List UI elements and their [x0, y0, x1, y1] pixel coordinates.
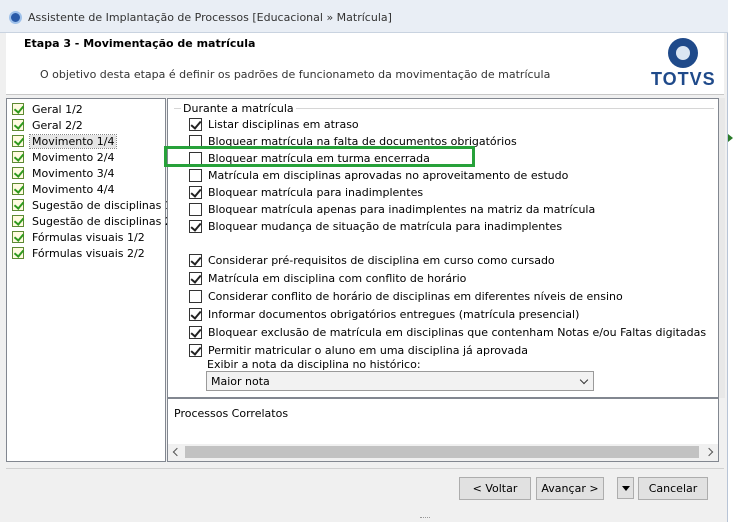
completed-check-icon: [12, 215, 24, 227]
app-icon: [9, 11, 22, 24]
completed-check-icon: [12, 103, 24, 115]
related-processes-title: Processos Correlatos: [174, 407, 289, 420]
checkbox[interactable]: [189, 168, 202, 182]
option-label: Matrícula em disciplinas aprovadas no ap…: [208, 168, 569, 182]
nav-item-label: Sugestão de disciplinas 1/2: [32, 198, 183, 212]
step-navigation: Geral 1/2 Geral 2/2 Movimento 1/4 Movime…: [6, 98, 183, 462]
scrollbar-thumb[interactable]: [185, 446, 699, 458]
option-checkbox[interactable]: Bloquear matrícula para inadimplentes: [189, 184, 423, 200]
nav-item[interactable]: Fórmulas visuais 1/2: [12, 229, 147, 245]
completed-check-icon: [12, 247, 24, 259]
options-panel: Durante a matrícula Listar disciplinas e…: [167, 98, 719, 398]
step-description: O objetivo desta etapa é definir os padr…: [40, 68, 551, 81]
arrow-right-icon: [728, 134, 733, 142]
nav-item-label: Geral 2/2: [32, 118, 83, 132]
totvs-logo: TOTVS: [648, 38, 718, 93]
checkbox[interactable]: [189, 289, 202, 303]
checkbox[interactable]: [189, 307, 202, 321]
highlight-annotation: [164, 146, 475, 167]
nav-item-label: Movimento 4/4: [32, 182, 115, 196]
completed-check-icon: [12, 199, 24, 211]
logo-mark-icon: [668, 38, 698, 68]
nav-item[interactable]: Movimento 4/4: [12, 181, 116, 197]
option-label: Listar disciplinas em atraso: [208, 117, 359, 131]
nav-item[interactable]: Sugestão de disciplinas 1/2: [12, 197, 185, 213]
option-checkbox[interactable]: Matrícula em disciplina com conflito de …: [189, 270, 466, 286]
nav-item[interactable]: Movimento 2/4: [12, 149, 116, 165]
checkbox[interactable]: [189, 343, 202, 357]
nav-item-label: Movimento 3/4: [32, 166, 115, 180]
completed-check-icon: [12, 119, 24, 131]
window-title: Assistente de Implantação de Processos […: [28, 11, 392, 24]
nav-item-label: Fórmulas visuais 2/2: [32, 246, 145, 260]
nav-item[interactable]: Geral 2/2: [12, 117, 85, 133]
option-label: Permitir matricular o aluno em uma disci…: [208, 343, 528, 357]
checkbox[interactable]: [189, 185, 202, 199]
next-button[interactable]: Avançar >: [536, 477, 604, 500]
wizard-window: Assistente de Implantação de Processos […: [0, 0, 728, 522]
checkbox[interactable]: [189, 219, 202, 233]
completed-check-icon: [12, 183, 24, 195]
option-label: Informar documentos obrigatórios entregu…: [208, 307, 580, 321]
option-checkbox[interactable]: Bloquear matrícula apenas para inadimple…: [189, 201, 595, 217]
nav-item-label: Geral 1/2: [32, 102, 83, 116]
logo-text: TOTVS: [651, 69, 716, 89]
scroll-left-icon[interactable]: [172, 447, 182, 457]
horizontal-scrollbar[interactable]: [168, 444, 718, 461]
option-label: Considerar pré-requisitos de disciplina …: [208, 253, 555, 267]
cancel-button[interactable]: Cancelar: [638, 477, 708, 500]
option-checkbox[interactable]: Bloquear exclusão de matrícula em discip…: [189, 324, 706, 340]
step-header: Etapa 3 - Movimentação de matrícula O ob…: [6, 33, 724, 95]
related-processes-panel: Processos Correlatos: [167, 398, 719, 462]
nav-item[interactable]: Geral 1/2: [12, 101, 85, 117]
option-label: Bloquear exclusão de matrícula em discip…: [208, 325, 707, 339]
option-label: Considerar conflito de horário de discip…: [208, 289, 623, 303]
completed-check-icon: [12, 231, 24, 243]
resize-grip: [420, 517, 430, 521]
completed-check-icon: [12, 135, 24, 147]
scroll-right-icon[interactable]: [704, 447, 714, 457]
nav-item[interactable]: Fórmulas visuais 2/2: [12, 245, 147, 261]
option-checkbox[interactable]: Considerar pré-requisitos de disciplina …: [189, 252, 555, 268]
option-label: Bloquear matrícula para inadimplentes: [208, 185, 424, 199]
title-bar: Assistente de Implantação de Processos […: [0, 0, 728, 33]
checkbox[interactable]: [189, 117, 202, 131]
option-checkbox[interactable]: Considerar conflito de horário de discip…: [189, 288, 623, 304]
grade-display-label: Exibir a nota da disciplina no histórico…: [207, 358, 421, 371]
option-checkbox[interactable]: Informar documentos obrigatórios entregu…: [189, 306, 579, 322]
checkbox[interactable]: [189, 253, 202, 267]
nav-item-label: Movimento 2/4: [32, 150, 115, 164]
dropdown-button[interactable]: [617, 477, 634, 499]
nav-item-label: Movimento 1/4: [28, 133, 118, 149]
nav-item-label: Fórmulas visuais 1/2: [32, 230, 145, 244]
vertical-scrollbar[interactable]: [719, 98, 725, 398]
option-label: Bloquear matrícula apenas para inadimple…: [208, 202, 596, 216]
group-label: Durante a matrícula: [181, 102, 296, 115]
nav-item[interactable]: Movimento 3/4: [12, 165, 116, 181]
nav-item[interactable]: Sugestão de disciplinas 2/2: [12, 213, 185, 229]
option-label: Matrícula em disciplina com conflito de …: [208, 271, 467, 285]
checkbox[interactable]: [189, 271, 202, 285]
checkbox[interactable]: [189, 202, 202, 216]
option-checkbox[interactable]: Bloquear mudança de situação de matrícul…: [189, 218, 562, 234]
checkbox[interactable]: [189, 325, 202, 339]
option-checkbox[interactable]: Listar disciplinas em atraso: [189, 116, 359, 132]
select-value: Maior nota: [211, 374, 270, 388]
option-label: Bloquear mudança de situação de matrícul…: [208, 219, 563, 233]
nav-item-label: Sugestão de disciplinas 2/2: [32, 214, 183, 228]
grade-display-select[interactable]: Maior nota: [206, 371, 594, 391]
option-checkbox[interactable]: Matrícula em disciplinas aprovadas no ap…: [189, 167, 568, 183]
completed-check-icon: [12, 151, 24, 163]
step-title: Etapa 3 - Movimentação de matrícula: [24, 37, 256, 50]
footer-divider: [6, 468, 724, 469]
nav-item-selected[interactable]: Movimento 1/4: [12, 133, 118, 149]
back-button[interactable]: < Voltar: [459, 477, 531, 500]
option-checkbox[interactable]: Permitir matricular o aluno em uma disci…: [189, 342, 528, 358]
completed-check-icon: [12, 167, 24, 179]
chevron-down-icon: [579, 375, 589, 385]
